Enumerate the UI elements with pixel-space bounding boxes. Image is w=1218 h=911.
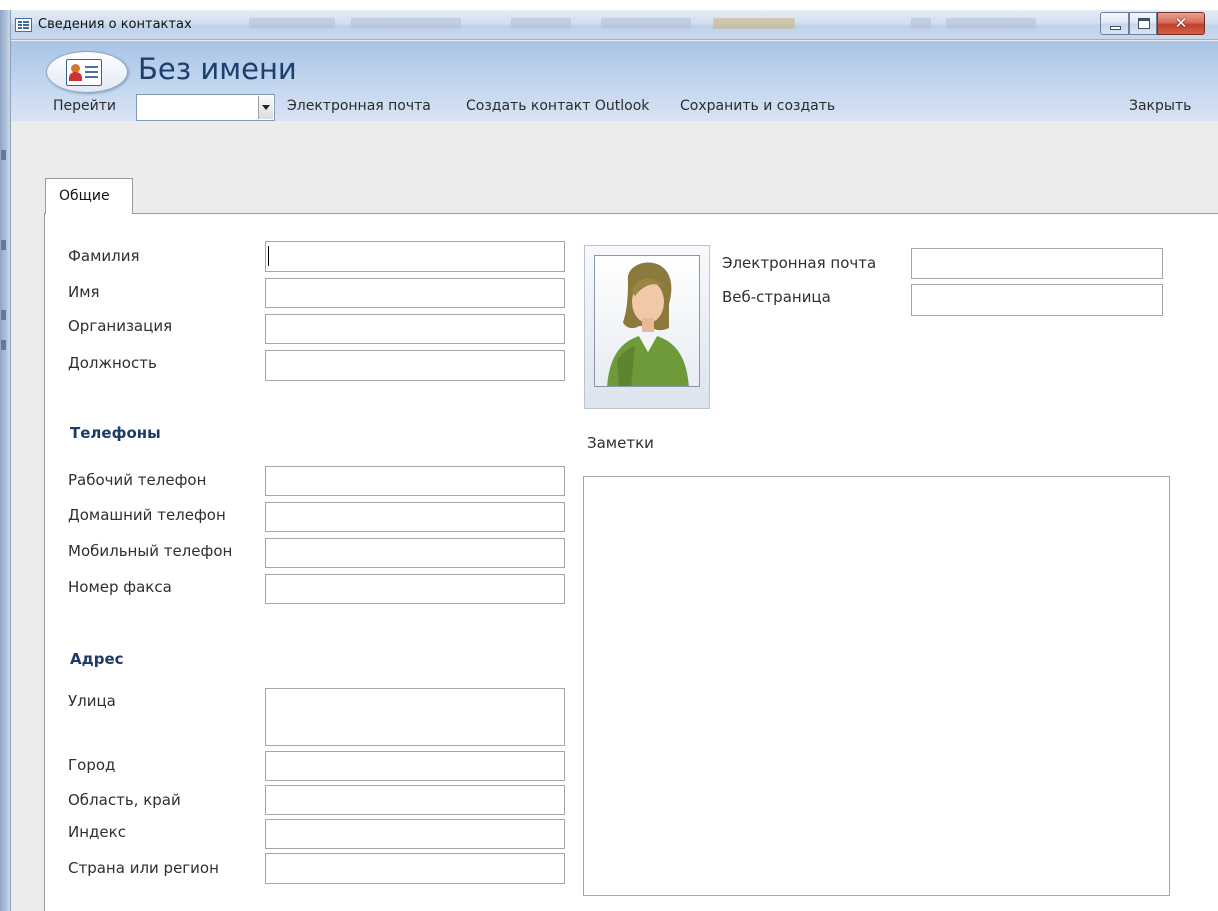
email-command[interactable]: Электронная почта — [287, 98, 431, 114]
contact-card-badge — [46, 51, 128, 93]
country-field[interactable] — [265, 853, 565, 884]
save-and-new-command[interactable]: Сохранить и создать — [680, 98, 835, 114]
fax-number-field[interactable] — [265, 574, 565, 604]
business-phone-field[interactable] — [265, 466, 565, 496]
state-label: Область, край — [68, 791, 181, 809]
minimize-button[interactable] — [1100, 12, 1129, 35]
background-toolbar-ghost — [946, 18, 1036, 29]
job-title-field[interactable] — [265, 350, 565, 381]
city-label: Город — [68, 756, 116, 774]
form-header: Без имени Перейти Электронная почта Созд… — [11, 41, 1218, 121]
background-toolbar-ghost — [713, 18, 795, 29]
goto-label[interactable]: Перейти — [53, 98, 116, 114]
tab-general-label: Общие — [59, 188, 110, 204]
country-label: Страна или регион — [68, 859, 219, 877]
close-command[interactable]: Закрыть — [1129, 98, 1191, 114]
web-page-label: Веб-страница — [722, 288, 831, 306]
job-title-label: Должность — [68, 354, 157, 372]
notes-label: Заметки — [587, 434, 654, 452]
contact-photo-attachment[interactable] — [584, 245, 710, 409]
company-field[interactable] — [265, 314, 565, 344]
street-label: Улица — [68, 692, 116, 710]
create-outlook-contact-command[interactable]: Создать контакт Outlook — [466, 98, 649, 114]
maximize-icon — [1138, 18, 1150, 29]
notes-field[interactable] — [583, 476, 1170, 896]
background-toolbar-ghost — [911, 18, 931, 29]
form-icon — [15, 18, 32, 32]
form-title: Без имени — [138, 52, 297, 86]
background-edge — [0, 10, 10, 911]
close-icon: ✕ — [1174, 14, 1188, 32]
first-name-label: Имя — [68, 283, 100, 301]
street-field[interactable] — [265, 688, 565, 746]
minimize-icon — [1110, 26, 1121, 30]
person-photo-icon — [594, 255, 700, 387]
first-name-field[interactable] — [265, 278, 565, 308]
background-toolbar-ghost — [511, 18, 571, 29]
city-field[interactable] — [265, 751, 565, 781]
window-title: Сведения о контактах — [38, 17, 192, 32]
last-name-label: Фамилия — [68, 247, 140, 265]
email-field[interactable] — [911, 248, 1163, 279]
fax-number-label: Номер факса — [68, 578, 172, 596]
company-label: Организация — [68, 317, 173, 335]
command-bar: Перейти Электронная почта Создать контак… — [11, 89, 1218, 121]
zip-label: Индекс — [68, 823, 126, 841]
mobile-phone-label: Мобильный телефон — [68, 542, 233, 560]
dropdown-arrow-icon[interactable] — [258, 96, 273, 119]
phones-heading: Телефоны — [70, 424, 161, 442]
background-toolbar-ghost — [351, 18, 461, 29]
background-toolbar-ghost — [249, 18, 335, 29]
home-phone-field[interactable] — [265, 502, 565, 532]
address-heading: Адрес — [70, 650, 124, 668]
email-label: Электронная почта — [722, 254, 877, 272]
zip-field[interactable] — [265, 819, 565, 849]
web-page-field[interactable] — [911, 284, 1163, 316]
background-toolbar-ghost — [601, 18, 691, 29]
maximize-button[interactable] — [1129, 12, 1157, 35]
state-field[interactable] — [265, 785, 565, 815]
home-phone-label: Домашний телефон — [68, 506, 226, 524]
contact-details-window: Сведения о контактах ✕ Без имени Перейти… — [10, 10, 1218, 911]
last-name-field[interactable] — [265, 241, 565, 272]
text-caret — [268, 246, 269, 266]
business-phone-label: Рабочий телефон — [68, 471, 207, 489]
goto-combobox[interactable] — [136, 94, 275, 121]
tab-general[interactable]: Общие — [45, 178, 133, 214]
mobile-phone-field[interactable] — [265, 538, 565, 568]
title-bar: Сведения о контактах ✕ — [11, 10, 1218, 40]
contact-card-icon — [66, 59, 102, 86]
close-window-button[interactable]: ✕ — [1157, 12, 1205, 35]
cropped-document-fragment — [0, 0, 1218, 10]
